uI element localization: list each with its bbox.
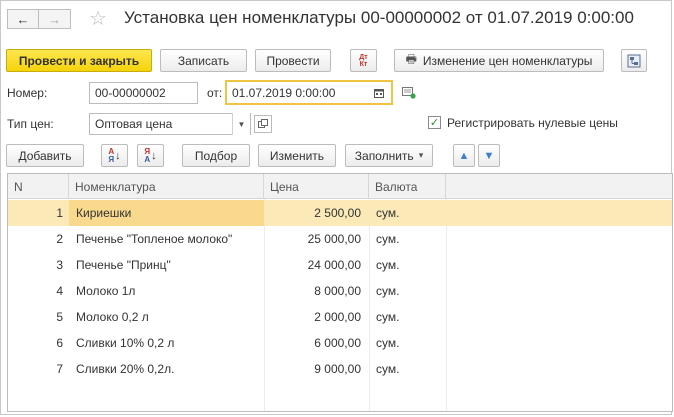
cell-price[interactable]: 2 000,00 <box>264 304 369 330</box>
calendar-icon <box>374 89 384 98</box>
print-price-change-button[interactable]: 🖶 Изменение цен номенклатуры <box>394 49 604 72</box>
column-header-item[interactable]: Номенклатура <box>69 174 264 199</box>
price-table[interactable]: N Номенклатура Цена Валюта 1 Кириешки 2 50… <box>7 173 673 412</box>
number-field[interactable]: 00-00000002 <box>89 82 198 104</box>
structure-button[interactable] <box>621 49 647 72</box>
cell-currency[interactable]: сум. <box>369 200 446 226</box>
column-header-currency[interactable]: Валюта <box>369 174 446 199</box>
cell-item-name[interactable]: Печенье "Принц" <box>69 252 264 278</box>
sort-desc-bottom-letter: А <box>144 154 151 164</box>
move-up-button[interactable]: ▲ <box>453 144 475 167</box>
zero-prices-checkbox[interactable]: ✓ <box>428 116 441 129</box>
column-header-price[interactable]: Цена <box>264 174 369 199</box>
accounting-entries-button[interactable]: Дт Кт <box>350 49 377 72</box>
cell-number[interactable]: 1 <box>8 200 69 226</box>
price-type-label: Тип цен: <box>7 117 54 131</box>
cell-number[interactable]: 7 <box>8 356 69 382</box>
zero-prices-label: Регистрировать нулевые цены <box>447 116 618 130</box>
table-row[interactable]: 6 Сливки 10% 0,2 л6 000,00 сум. <box>8 330 672 356</box>
cell-number[interactable]: 3 <box>8 252 69 278</box>
table-row[interactable]: 3 Печенье "Принц" 24 000,00 сум. <box>8 252 672 278</box>
cell-currency[interactable]: сум. <box>369 252 446 278</box>
arrow-down-icon: ↓ <box>151 149 157 162</box>
star-icon[interactable]: ☆ <box>89 6 107 30</box>
cell-number[interactable]: 2 <box>8 226 69 252</box>
calendar-button[interactable] <box>369 82 389 104</box>
sort-descending-icon: Я А <box>144 147 151 164</box>
document-window: ← → ☆ Установка цен номенклатуры 00-0000… <box>0 0 673 415</box>
document-history-icon <box>402 87 416 99</box>
cell-currency[interactable]: сум. <box>369 356 446 382</box>
back-button[interactable]: ← <box>7 9 39 29</box>
move-down-button[interactable]: ▼ <box>478 144 500 167</box>
cell-price[interactable]: 2 500,00 <box>264 200 369 226</box>
post-and-close-button[interactable]: Провести и закрыть <box>6 49 152 72</box>
change-button[interactable]: Изменить <box>258 144 336 167</box>
table-row[interactable]: 2 Печенье "Топленое молоко" 25 000,00 сум. <box>8 226 672 252</box>
save-button[interactable]: Записать <box>160 49 247 72</box>
sort-ascending-icon: А Я <box>108 147 115 164</box>
table-row[interactable]: 7 Сливки 20% 0,2л. 9 000,00 сум. <box>8 356 672 382</box>
cell-number[interactable]: 6 <box>8 330 69 356</box>
add-button[interactable]: Добавить <box>6 144 84 167</box>
column-header-n[interactable]: N <box>8 174 69 199</box>
fill-button[interactable]: Заполнить ▾ <box>345 144 433 167</box>
sort-asc-bottom-letter: Я <box>108 154 115 164</box>
table-header: N Номенклатура Цена Валюта <box>8 174 672 199</box>
window-title: Установка цен номенклатуры 00-00000002 о… <box>124 8 634 27</box>
table-row[interactable]: 1 Кириешки 2 500,00 сум. <box>8 200 672 226</box>
post-button[interactable]: Провести <box>255 49 331 72</box>
arrow-down-icon: ▼ <box>483 149 495 162</box>
date-label: от: <box>207 86 223 100</box>
chevron-down-icon: ▾ <box>418 150 424 160</box>
cell-price[interactable]: 25 000,00 <box>264 226 369 252</box>
cell-item-name[interactable]: Молоко 0,2 л <box>69 304 264 330</box>
chevron-down-icon: ▼ <box>237 119 246 129</box>
checkmark-icon: ✓ <box>429 117 440 129</box>
price-type-value: Оптовая цена <box>95 117 173 131</box>
date-field[interactable]: 01.07.2019 0:00:00 <box>225 80 393 105</box>
print-button-label: Изменение цен номенклатуры <box>422 53 593 68</box>
arrow-left-icon: ← <box>16 11 30 27</box>
arrow-right-icon: → <box>48 11 61 27</box>
cell-item-name[interactable]: Сливки 10% 0,2 л <box>69 330 264 356</box>
cell-currency[interactable]: сум. <box>369 330 446 356</box>
printer-icon: 🖶 <box>405 52 417 66</box>
forward-button[interactable]: → <box>39 9 71 29</box>
cell-number[interactable]: 4 <box>8 278 69 304</box>
history-button[interactable] <box>402 87 416 102</box>
cell-item-name[interactable]: Печенье "Топленое молоко" <box>69 226 264 252</box>
cell-price[interactable]: 9 000,00 <box>264 356 369 382</box>
kt-label: Кт <box>359 60 368 68</box>
sort-ascending-button[interactable]: А Я ↓ <box>101 144 128 167</box>
dt-kt-icon: Дт Кт <box>359 54 367 68</box>
cell-item-name[interactable]: Молоко 1л <box>69 278 264 304</box>
cell-item-name[interactable]: Кириешки <box>69 200 264 226</box>
price-type-field[interactable]: Оптовая цена <box>89 113 251 135</box>
cell-currency[interactable]: сум. <box>369 226 446 252</box>
fill-button-label: Заполнить <box>354 148 414 163</box>
cell-currency[interactable]: сум. <box>369 304 446 330</box>
table-row[interactable]: 5 Молоко 0,2 л2 000,00 сум. <box>8 304 672 330</box>
cell-currency[interactable]: сум. <box>369 278 446 304</box>
sort-descending-button[interactable]: Я А ↓ <box>137 144 164 167</box>
date-value: 01.07.2019 0:00:00 <box>232 85 336 100</box>
table-row[interactable]: 4 Молоко 1л 8 000,00 сум. <box>8 278 672 304</box>
cell-price[interactable]: 6 000,00 <box>264 330 369 356</box>
cell-number[interactable]: 5 <box>8 304 69 330</box>
price-type-dropdown[interactable]: ▼ <box>232 113 250 135</box>
cell-price[interactable]: 8 000,00 <box>264 278 369 304</box>
dt-label: Дт <box>359 53 368 61</box>
arrow-down-icon: ↓ <box>115 149 121 162</box>
navigation-buttons: ← → <box>7 9 71 29</box>
open-icon <box>258 119 268 128</box>
structure-icon <box>627 54 641 67</box>
open-price-type-button[interactable] <box>254 115 272 133</box>
number-label: Номер: <box>7 86 48 100</box>
cell-item-name[interactable]: Сливки 20% 0,2л. <box>69 356 264 382</box>
select-items-button[interactable]: Подбор <box>182 144 250 167</box>
arrow-up-icon: ▲ <box>458 149 470 162</box>
cell-price[interactable]: 24 000,00 <box>264 252 369 278</box>
